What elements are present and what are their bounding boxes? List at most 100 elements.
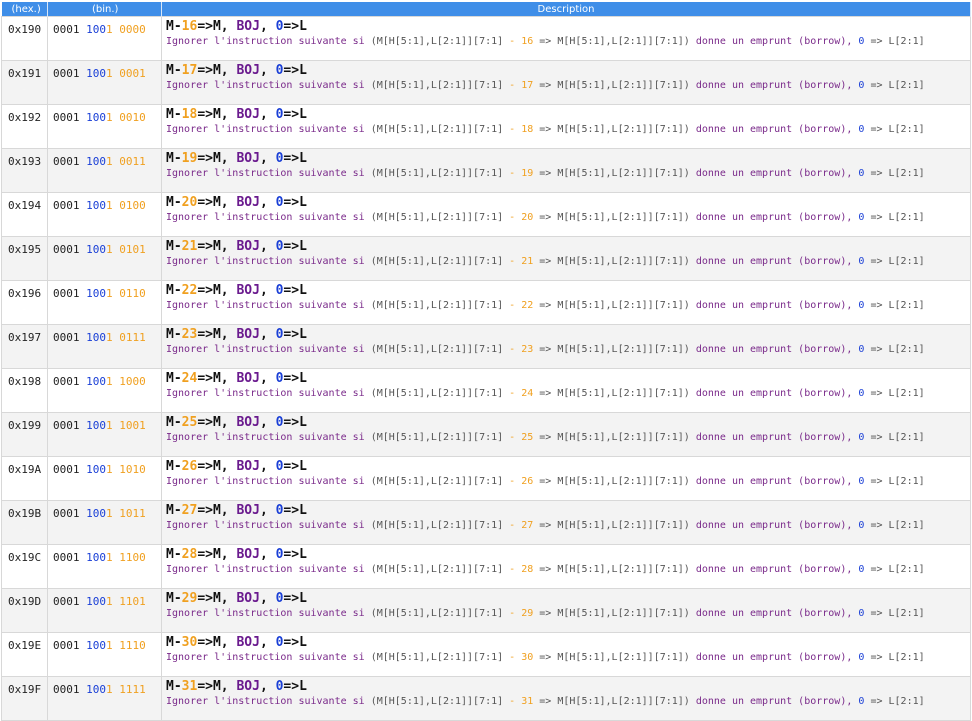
mnemo-number: 21 [181, 239, 198, 254]
binary-code: 0001 1001 1100 [47, 544, 162, 589]
hex-value: 0x192 [8, 111, 42, 124]
mnemo-mid: =>M, [197, 107, 237, 122]
desc-expr2: M[H[5:1],L[2:1]][7:1]) [557, 300, 690, 311]
mnemo-prefix: M- [166, 151, 182, 166]
desc-expr2: M[H[5:1],L[2:1]][7:1]) [557, 696, 690, 707]
desc-start: Ignorer l'instruction suivante si [166, 124, 371, 135]
mnemo-end: =>L [283, 459, 307, 474]
description-text: Ignorer l'instruction suivante si (M[H[5… [166, 79, 970, 93]
mnemo-prefix: M- [166, 63, 182, 78]
mnemo-prefix: M- [166, 327, 182, 342]
desc-end: => L[2:1] [864, 212, 925, 223]
desc-number: 18 [521, 124, 534, 135]
description-cell: M-24=>M, BOJ, 0=>L Ignorer l'instruction… [161, 368, 971, 413]
bin-group-2b: 1 [106, 67, 113, 80]
mnemo-sep: , [259, 239, 276, 254]
hex-code: 0x193 [1, 148, 48, 193]
instruction-table: (hex.) (bin.) Description 0x190 0001 100… [1, 2, 971, 721]
bin-group-3: 1011 [119, 507, 146, 520]
bin-group-2b: 1 [106, 551, 113, 564]
desc-minus: - [503, 696, 522, 707]
table-row: 0x199 0001 1001 1001 M-25=>M, BOJ, 0=>L … [1, 412, 971, 457]
desc-expr2: M[H[5:1],L[2:1]][7:1]) [557, 652, 690, 663]
desc-arrow: => [533, 608, 558, 619]
description-text: Ignorer l'instruction suivante si (M[H[5… [166, 343, 970, 357]
description-text: Ignorer l'instruction suivante si (M[H[5… [166, 475, 970, 489]
table-row: 0x19E 0001 1001 1110 M-30=>M, BOJ, 0=>L … [1, 632, 971, 677]
desc-start: Ignorer l'instruction suivante si [166, 608, 371, 619]
desc-end: => L[2:1] [864, 388, 925, 399]
desc-end: => L[2:1] [864, 520, 925, 531]
mnemonic: M-23=>M, BOJ, 0=>L [166, 327, 970, 343]
binary-code: 0001 1001 1010 [47, 456, 162, 501]
desc-arrow: => [533, 432, 558, 443]
desc-arrow: => [533, 36, 558, 47]
bin-group-2b: 1 [106, 595, 113, 608]
hex-value: 0x196 [8, 287, 42, 300]
desc-arrow: => [533, 168, 558, 179]
bin-group-1: 0001 [53, 683, 80, 696]
hex-value: 0x197 [8, 331, 42, 344]
desc-mid: donne un emprunt (borrow), [689, 212, 859, 223]
desc-number: 23 [521, 344, 534, 355]
mnemo-sep: , [259, 635, 276, 650]
desc-start: Ignorer l'instruction suivante si [166, 36, 371, 47]
mnemo-sep: , [259, 415, 276, 430]
desc-minus: - [503, 344, 522, 355]
mnemo-prefix: M- [166, 195, 182, 210]
mnemo-boj: BOJ [236, 19, 260, 34]
desc-minus: - [503, 564, 522, 575]
bin-group-2b: 1 [106, 287, 113, 300]
mnemo-prefix: M- [166, 635, 182, 650]
bin-group-2a: 100 [86, 463, 106, 476]
mnemo-end: =>L [283, 415, 307, 430]
description-text: Ignorer l'instruction suivante si (M[H[5… [166, 255, 970, 269]
bin-group-3: 0110 [119, 287, 146, 300]
mnemo-mid: =>M, [197, 239, 237, 254]
mnemo-boj: BOJ [236, 151, 260, 166]
desc-minus: - [503, 608, 522, 619]
table-header-row: (hex.) (bin.) Description [1, 2, 971, 17]
desc-expr2: M[H[5:1],L[2:1]][7:1]) [557, 608, 690, 619]
desc-mid: donne un emprunt (borrow), [689, 168, 859, 179]
desc-end: => L[2:1] [864, 652, 925, 663]
description-cell: M-26=>M, BOJ, 0=>L Ignorer l'instruction… [161, 456, 971, 501]
desc-expr1: (M[H[5:1],L[2:1]][7:1] [370, 608, 504, 619]
bin-group-3: 0111 [119, 331, 146, 344]
description-text: Ignorer l'instruction suivante si (M[H[5… [166, 695, 970, 709]
bin-group-2b: 1 [106, 375, 113, 388]
mnemo-boj: BOJ [236, 459, 260, 474]
table-row: 0x190 0001 1001 0000 M-16=>M, BOJ, 0=>L … [1, 16, 971, 61]
desc-mid: donne un emprunt (borrow), [689, 388, 859, 399]
mnemo-mid: =>M, [197, 195, 237, 210]
hex-code: 0x191 [1, 60, 48, 105]
mnemonic: M-21=>M, BOJ, 0=>L [166, 239, 970, 255]
binary-code: 0001 1001 1001 [47, 412, 162, 457]
hex-value: 0x19C [8, 551, 42, 564]
desc-expr1: (M[H[5:1],L[2:1]][7:1] [370, 696, 504, 707]
desc-expr1: (M[H[5:1],L[2:1]][7:1] [370, 168, 504, 179]
hex-code: 0x192 [1, 104, 48, 149]
mnemo-mid: =>M, [197, 591, 237, 606]
bin-group-1: 0001 [53, 551, 80, 564]
bin-group-2b: 1 [106, 23, 113, 36]
desc-expr1: (M[H[5:1],L[2:1]][7:1] [370, 80, 504, 91]
hex-value: 0x195 [8, 243, 42, 256]
bin-group-3: 1111 [119, 683, 146, 696]
desc-start: Ignorer l'instruction suivante si [166, 696, 371, 707]
mnemo-number: 17 [181, 63, 198, 78]
desc-minus: - [503, 300, 522, 311]
mnemo-number: 30 [181, 635, 198, 650]
desc-arrow: => [533, 476, 558, 487]
mnemo-boj: BOJ [236, 283, 260, 298]
desc-expr1: (M[H[5:1],L[2:1]][7:1] [370, 388, 504, 399]
mnemo-boj: BOJ [236, 371, 260, 386]
mnemo-number: 26 [181, 459, 198, 474]
mnemo-number: 29 [181, 591, 198, 606]
desc-mid: donne un emprunt (borrow), [689, 300, 859, 311]
mnemo-sep: , [259, 283, 276, 298]
desc-expr2: M[H[5:1],L[2:1]][7:1]) [557, 256, 690, 267]
desc-arrow: => [533, 212, 558, 223]
desc-end: => L[2:1] [864, 36, 925, 47]
desc-number: 28 [521, 564, 534, 575]
